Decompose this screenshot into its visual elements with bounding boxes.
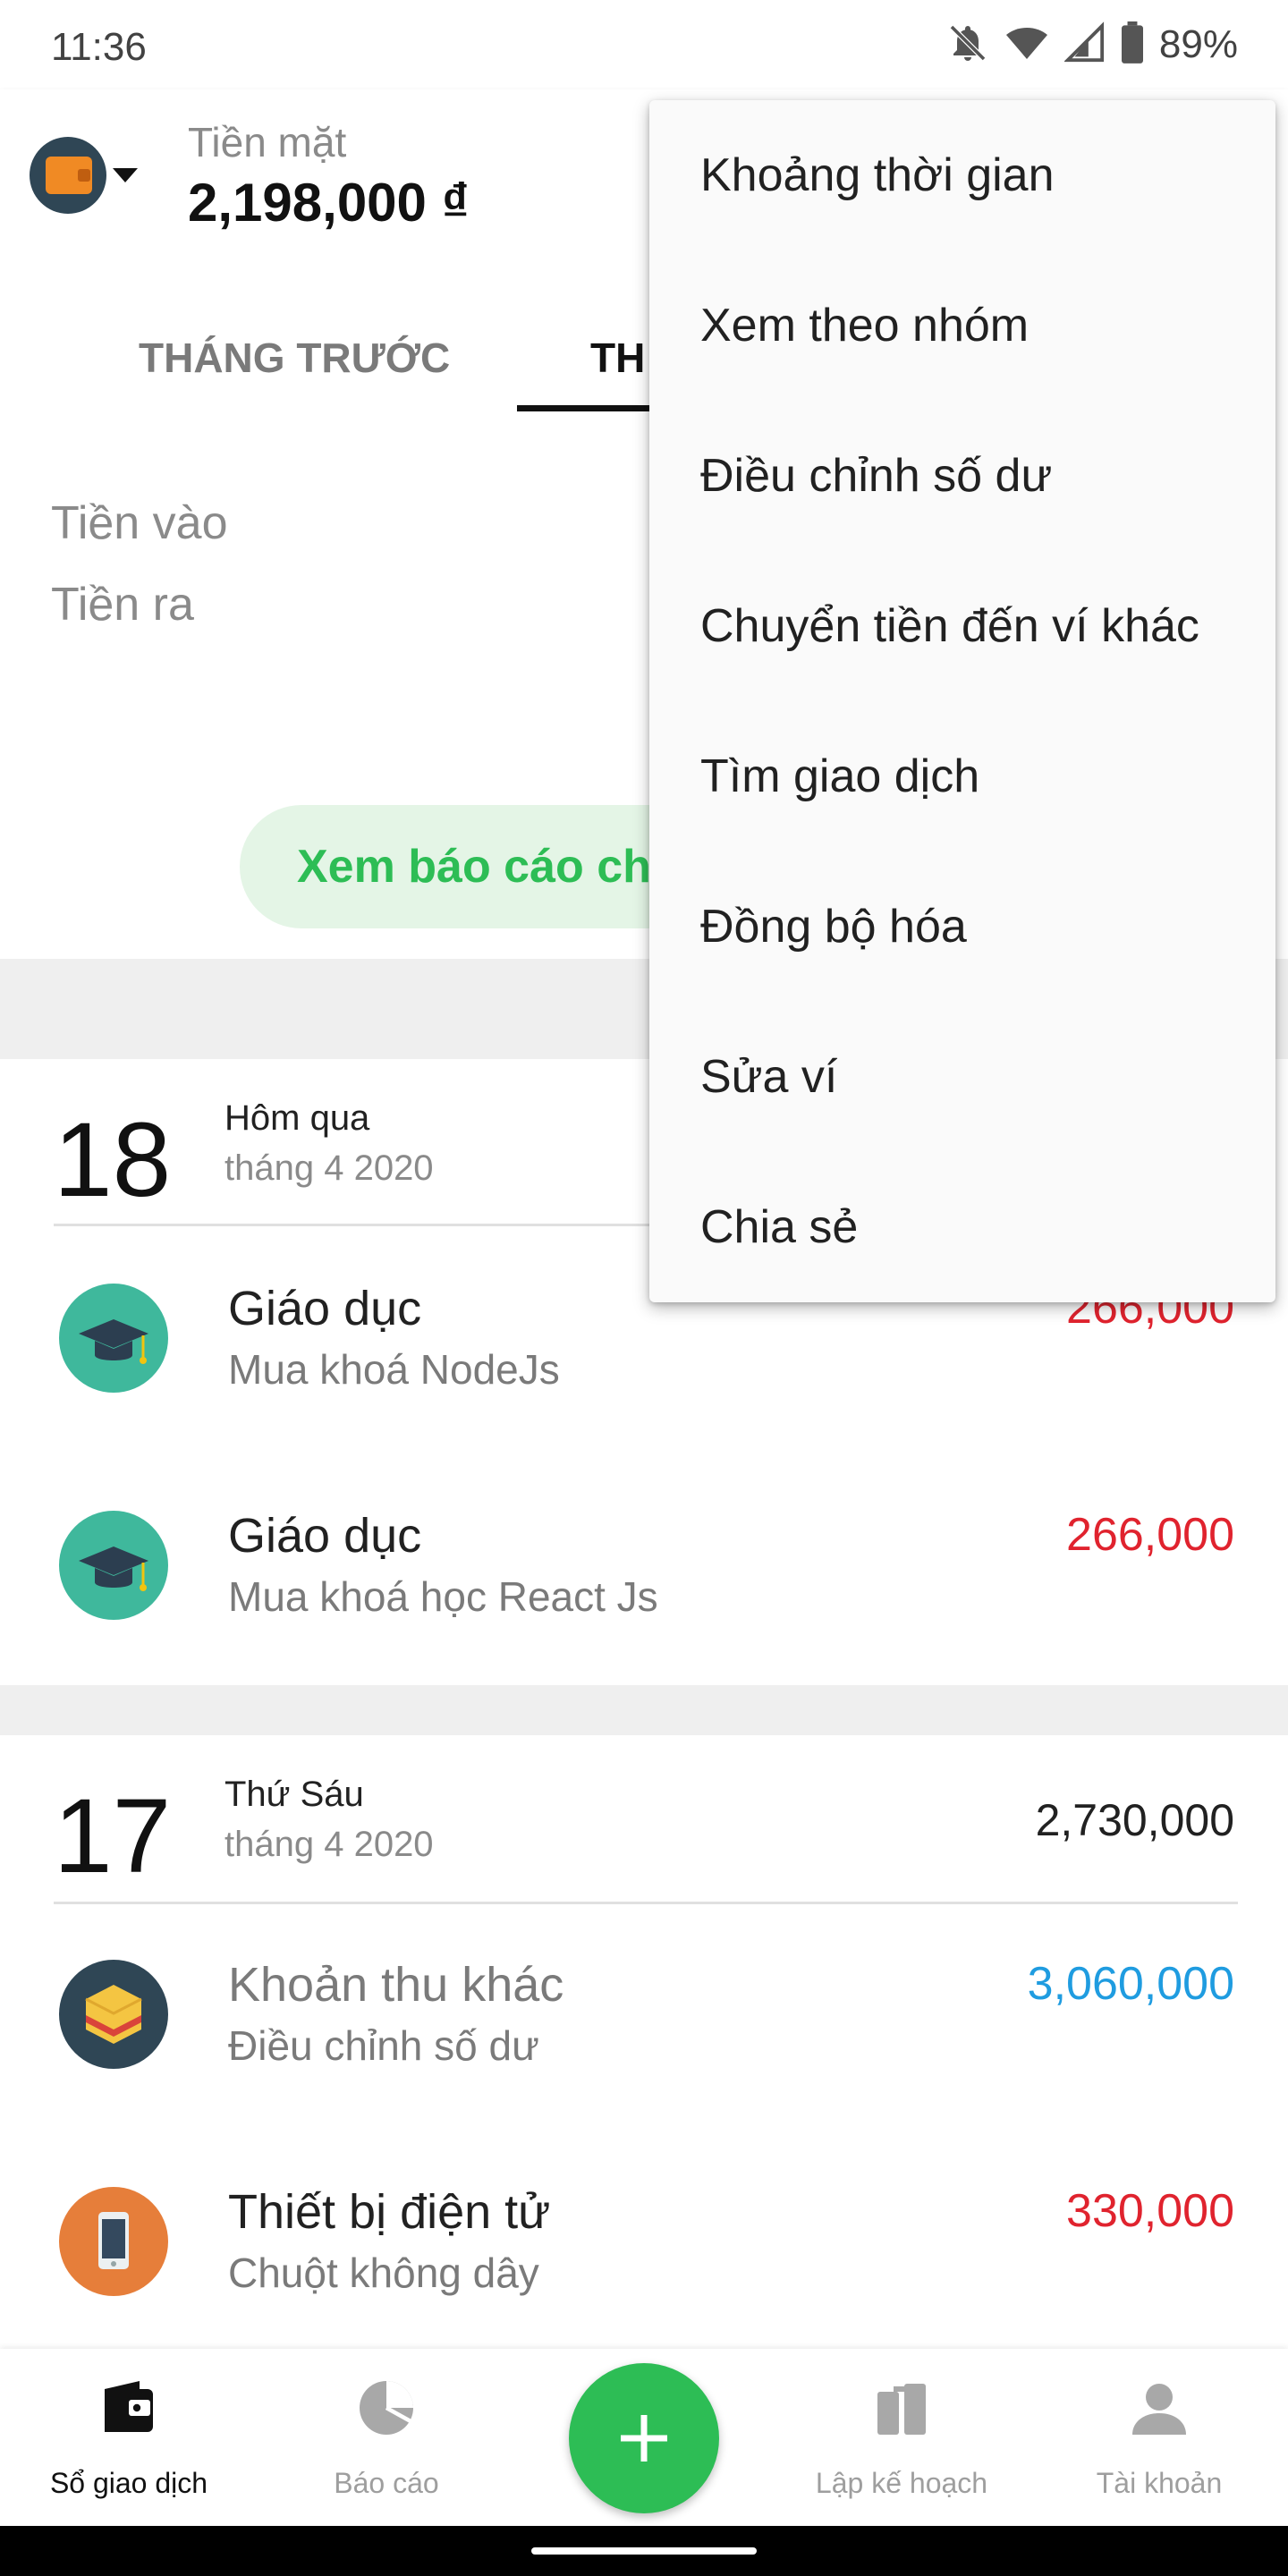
transaction-note: Mua khoá NodeJs [228, 1346, 560, 1393]
day-number: 18 [54, 1101, 172, 1219]
chevron-down-icon[interactable] [113, 168, 138, 182]
graduation-cap-icon [59, 1284, 168, 1393]
transaction-category: Giáo dục [228, 1282, 422, 1335]
transaction-note: Mua khoá học React Js [228, 1573, 658, 1620]
overflow-menu: Khoảng thời gian Xem theo nhóm Điều chỉn… [649, 100, 1275, 1302]
transaction-category: Khoản thu khác [228, 1958, 564, 2012]
wallet-icon [97, 2376, 161, 2445]
day-title: Hôm qua [225, 1098, 370, 1138]
status-icons: 89% [946, 20, 1238, 70]
graduation-cap-icon [59, 1511, 168, 1620]
pie-chart-icon [354, 2376, 419, 2445]
nav-account[interactable]: Tài khoản [1030, 2349, 1288, 2526]
status-time: 11:36 [51, 25, 147, 69]
transaction-row[interactable]: Thiết bị điện tử Chuột không dây 330,000 [3, 2129, 1285, 2356]
transaction-amount: 266,000 [1066, 1509, 1234, 1561]
menu-item-edit-wallet[interactable]: Sửa ví [649, 1002, 1275, 1152]
transaction-category: Thiết bị điện tử [228, 2185, 551, 2239]
nav-label: Lập kế hoạch [815, 2467, 988, 2499]
system-navigation-bar [0, 2526, 1288, 2576]
nav-planning[interactable]: Lập kế hoạch [773, 2349, 1030, 2526]
battery-percent: 89% [1158, 22, 1238, 66]
day-group: 17 Thứ Sáu tháng 4 2020 2,730,000 Khoản … [3, 1735, 1285, 2349]
expense-label: Tiền ra [51, 579, 194, 631]
day-total: 2,730,000 [1035, 1795, 1234, 1845]
nav-label: Tài khoản [1096, 2467, 1223, 2499]
income-label: Tiền vào [51, 497, 228, 549]
transaction-row[interactable]: Giáo dục Mua khoá học React Js 266,000 [3, 1453, 1285, 1680]
menu-item-time-range[interactable]: Khoảng thời gian [649, 100, 1275, 250]
transaction-amount: 3,060,000 [1027, 1958, 1234, 2010]
home-gesture-handle[interactable] [531, 2547, 757, 2555]
tab-this-month[interactable]: TH [590, 304, 645, 411]
bell-off-icon [946, 21, 989, 69]
wifi-icon [1004, 21, 1050, 69]
signal-icon [1063, 21, 1106, 69]
wallet-name[interactable]: Tiền mặt [188, 118, 346, 166]
nav-label: Báo cáo [334, 2467, 439, 2499]
wallet-icon[interactable] [30, 137, 106, 214]
day-subtitle: tháng 4 2020 [225, 1148, 434, 1188]
planning-icon [869, 2376, 934, 2445]
day-title: Thứ Sáu [225, 1775, 364, 1814]
battery-icon [1120, 21, 1145, 69]
phone-icon [59, 2187, 168, 2296]
add-transaction-button[interactable] [569, 2363, 719, 2513]
day-subtitle: tháng 4 2020 [225, 1825, 434, 1864]
menu-item-search[interactable]: Tìm giao dịch [649, 701, 1275, 852]
nav-report[interactable]: Báo cáo [258, 2349, 515, 2526]
menu-item-view-by-group[interactable]: Xem theo nhóm [649, 250, 1275, 401]
box-icon [59, 1960, 168, 2069]
nav-transactions[interactable]: Sổ giao dịch [0, 2349, 258, 2526]
transaction-note: Điều chỉnh số dư [228, 2022, 539, 2069]
tab-last-month[interactable]: THÁNG TRƯỚC [139, 304, 450, 411]
view-report-label: Xem báo cáo ch [297, 841, 651, 893]
menu-item-share[interactable]: Chia sẻ [649, 1152, 1275, 1302]
menu-item-sync[interactable]: Đồng bộ hóa [649, 852, 1275, 1002]
wallet-balance: 2,198,000 ₫ [188, 173, 470, 233]
person-icon [1127, 2376, 1191, 2445]
day-number: 17 [54, 1777, 172, 1895]
transaction-amount: 330,000 [1066, 2185, 1234, 2237]
transaction-note: Chuột không dây [228, 2250, 539, 2296]
menu-item-transfer[interactable]: Chuyển tiền đến ví khác [649, 551, 1275, 701]
transaction-category: Giáo dục [228, 1509, 422, 1563]
nav-label: Sổ giao dịch [49, 2467, 208, 2499]
transaction-row[interactable]: Khoản thu khác Điều chỉnh số dư 3,060,00… [3, 1902, 1285, 2129]
status-bar: 11:36 89% [0, 0, 1288, 89]
menu-item-adjust-balance[interactable]: Điều chỉnh số dư [649, 401, 1275, 551]
section-gap [0, 1685, 1288, 1735]
